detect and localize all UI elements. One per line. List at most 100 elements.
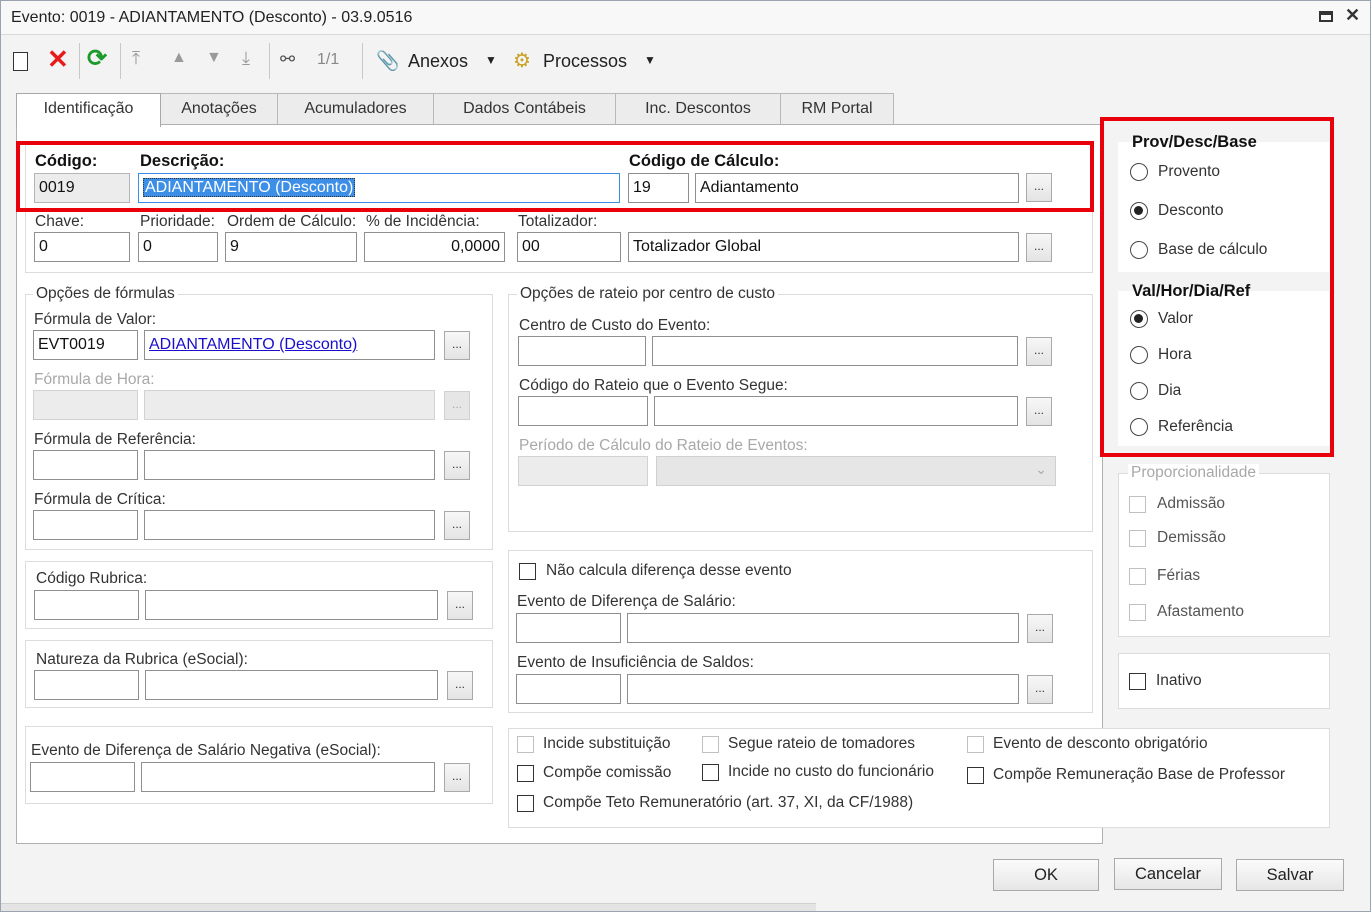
- salvar-button[interactable]: Salvar: [1236, 859, 1344, 891]
- incidencia-field[interactable]: 0,0000: [364, 232, 505, 262]
- desconto-obrigatorio-checkbox[interactable]: [967, 736, 984, 753]
- formula-valor-code[interactable]: EVT0019: [33, 330, 138, 360]
- tab-inc-descontos[interactable]: Inc. Descontos: [615, 93, 781, 125]
- binoculars-icon[interactable]: ⚯: [280, 49, 295, 70]
- formula-critica-lookup-button[interactable]: ...: [444, 511, 470, 540]
- ordem-calculo-label: Ordem de Cálculo:: [227, 213, 357, 230]
- segue-rateio-label: Segue rateio de tomadores: [728, 735, 915, 752]
- new-document-icon[interactable]: [13, 52, 28, 71]
- restore-icon[interactable]: [1319, 11, 1333, 22]
- insuficiencia-code[interactable]: [516, 674, 621, 704]
- compoe-comissao-label: Compõe comissão: [543, 764, 672, 781]
- inativo-checkbox[interactable]: [1129, 673, 1146, 690]
- record-counter: 1/1: [317, 51, 340, 68]
- close-icon[interactable]: ✕: [1345, 5, 1360, 26]
- natureza-rubrica-code[interactable]: [34, 670, 139, 700]
- formula-referencia-desc[interactable]: [144, 450, 435, 480]
- cancelar-button[interactable]: Cancelar: [1114, 858, 1222, 890]
- desconto-obrigatorio-label: Evento de desconto obrigatório: [993, 735, 1208, 752]
- next-record-icon[interactable]: ▼: [206, 49, 222, 67]
- formula-hora-desc: [144, 390, 435, 420]
- last-record-icon[interactable]: ⤓: [242, 48, 250, 69]
- tab-anotacoes[interactable]: Anotações: [160, 93, 278, 125]
- diferenca-negativa-code[interactable]: [30, 762, 135, 792]
- tab-identificacao[interactable]: Identificação: [16, 93, 161, 127]
- periodo-rateio-select: ⌄: [656, 456, 1056, 486]
- proporcionalidade-title: Proporcionalidade: [1128, 464, 1259, 482]
- delete-icon[interactable]: ✕: [47, 45, 69, 73]
- incide-substituicao-label: Incide substituição: [543, 735, 671, 752]
- highlight-box-identificacao: [16, 141, 1094, 212]
- previous-record-icon[interactable]: ▲: [171, 49, 187, 67]
- formula-referencia-code[interactable]: [33, 450, 138, 480]
- window-title: Evento: 0019 - ADIANTAMENTO (Desconto) -…: [11, 9, 413, 26]
- anexos-menu[interactable]: Anexos: [408, 51, 468, 72]
- tab-rm-portal[interactable]: RM Portal: [780, 93, 894, 125]
- insuficiencia-label: Evento de Insuficiência de Saldos:: [517, 654, 754, 671]
- insuficiencia-lookup-button[interactable]: ...: [1027, 675, 1053, 704]
- diferenca-negativa-label: Evento de Diferença de Salário Negativa …: [31, 742, 381, 759]
- ferias-label: Férias: [1157, 567, 1201, 584]
- formula-critica-desc[interactable]: [144, 510, 435, 540]
- centro-custo-code[interactable]: [518, 336, 646, 366]
- chevron-down-icon: ⌄: [1035, 461, 1047, 477]
- formula-valor-link[interactable]: ADIANTAMENTO (Desconto): [144, 330, 435, 360]
- formula-valor-lookup-button[interactable]: ...: [444, 331, 470, 360]
- totalizador-field[interactable]: 00: [517, 232, 621, 262]
- status-strip: [1, 903, 816, 911]
- natureza-rubrica-label: Natureza da Rubrica (eSocial):: [36, 651, 248, 668]
- tab-acumuladores[interactable]: Acumuladores: [277, 93, 434, 125]
- codigo-rubrica-code[interactable]: [34, 590, 139, 620]
- formula-hora-code: [33, 390, 138, 420]
- dif-salario-code[interactable]: [516, 613, 621, 643]
- codigo-rubrica-desc[interactable]: [145, 590, 438, 620]
- gears-icon[interactable]: ⚙: [513, 48, 531, 73]
- nao-calcula-diferenca-checkbox[interactable]: [519, 563, 536, 580]
- centro-custo-desc[interactable]: [652, 336, 1018, 366]
- codigo-rubrica-lookup-button[interactable]: ...: [447, 591, 473, 620]
- inativo-group: [1118, 653, 1330, 709]
- centro-custo-lookup-button[interactable]: ...: [1026, 337, 1052, 366]
- insuficiencia-desc[interactable]: [627, 674, 1019, 704]
- formula-critica-code[interactable]: [33, 510, 138, 540]
- diferenca-negativa-desc[interactable]: [141, 762, 435, 792]
- chave-field[interactable]: 0: [34, 232, 130, 262]
- compoe-rem-professor-checkbox[interactable]: [967, 767, 984, 784]
- formula-referencia-lookup-button[interactable]: ...: [444, 451, 470, 480]
- first-record-icon[interactable]: ⤒: [132, 48, 140, 69]
- dif-salario-desc[interactable]: [627, 613, 1019, 643]
- prioridade-field[interactable]: 0: [138, 232, 218, 262]
- codigo-rateio-desc[interactable]: [654, 396, 1018, 426]
- totalizador-desc: Totalizador Global: [628, 232, 1019, 262]
- afastamento-label: Afastamento: [1157, 603, 1245, 620]
- rateio-title: Opções de rateio por centro de custo: [517, 285, 779, 303]
- totalizador-label: Totalizador:: [518, 213, 598, 230]
- paperclip-icon[interactable]: 📎: [376, 49, 400, 73]
- formula-critica-label: Fórmula de Crítica:: [34, 491, 166, 508]
- dif-salario-lookup-button[interactable]: ...: [1027, 614, 1053, 643]
- codigo-rateio-label: Código do Rateio que o Evento Segue:: [519, 377, 788, 394]
- incide-substituicao-checkbox[interactable]: [517, 736, 534, 753]
- inativo-label: Inativo: [1156, 672, 1202, 689]
- ordem-calculo-field[interactable]: 9: [225, 232, 357, 262]
- processos-menu[interactable]: Processos: [543, 51, 627, 72]
- natureza-rubrica-desc[interactable]: [145, 670, 438, 700]
- codigo-rateio-lookup-button[interactable]: ...: [1026, 397, 1052, 426]
- diferenca-negativa-lookup-button[interactable]: ...: [444, 763, 470, 792]
- segue-rateio-checkbox[interactable]: [702, 736, 719, 753]
- tab-dados-contabeis[interactable]: Dados Contábeis: [433, 93, 616, 125]
- chevron-down-icon[interactable]: ▼: [644, 53, 656, 67]
- totalizador-lookup-button[interactable]: ...: [1026, 233, 1052, 262]
- refresh-icon[interactable]: ⟳: [87, 45, 107, 73]
- codigo-rateio-code[interactable]: [518, 396, 648, 426]
- chave-label: Chave:: [35, 213, 85, 230]
- nao-calcula-diferenca-label: Não calcula diferença desse evento: [546, 562, 792, 579]
- natureza-rubrica-lookup-button[interactable]: ...: [447, 671, 473, 700]
- incide-custo-checkbox[interactable]: [702, 764, 719, 781]
- compoe-rem-professor-label: Compõe Remuneração Base de Professor: [993, 766, 1286, 783]
- chevron-down-icon[interactable]: ▼: [485, 53, 497, 67]
- incide-custo-label: Incide no custo do funcionário: [728, 763, 934, 780]
- compoe-teto-checkbox[interactable]: [517, 795, 534, 812]
- compoe-comissao-checkbox[interactable]: [517, 765, 534, 782]
- ok-button[interactable]: OK: [993, 859, 1099, 891]
